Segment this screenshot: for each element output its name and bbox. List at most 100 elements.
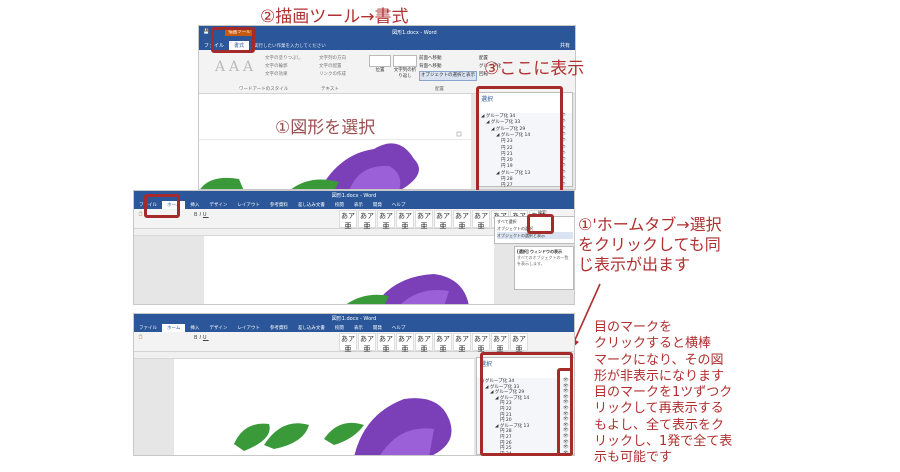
- style-item-7[interactable]: あア亜強調斜体2: [472, 333, 490, 365]
- tab-2[interactable]: 挿入: [185, 201, 204, 209]
- group-label-wordart: ワードアートのスタイル: [239, 87, 289, 92]
- style-item-6[interactable]: あア亜斜体: [453, 210, 471, 236]
- title-bar: 図形1.docx - Word: [134, 314, 574, 323]
- tab-8[interactable]: 表示: [349, 324, 368, 332]
- tab-2[interactable]: 挿入: [185, 324, 204, 332]
- clipboard-group: 📋: [138, 211, 143, 216]
- window-title: 図形1.docx - Word: [331, 316, 377, 322]
- tab-4[interactable]: レイアウト: [232, 201, 265, 209]
- text-fill-button[interactable]: 文字の塗りつぶし: [265, 55, 301, 63]
- style-preview-glyph: あア亜: [417, 335, 431, 353]
- annotation-step3: ③ここに表示: [484, 59, 585, 79]
- ribbon-tabs: ファイル ホーム 挿入 デザイン レイアウト 参考資料 差し込み文書 校閲 表示 開発 ヘルプ: [134, 200, 574, 209]
- tab-6[interactable]: 差し込み文書: [293, 201, 330, 209]
- position-icon: [369, 55, 391, 67]
- text-fill-group: 文字の塗りつぶし 文字の輪郭 文字の効果: [265, 55, 301, 79]
- text-align-button[interactable]: 文字の配置: [319, 63, 346, 71]
- underline-icon[interactable]: U: [203, 335, 209, 341]
- tab-10[interactable]: ヘルプ: [387, 201, 411, 209]
- style-preview-glyph: あア亜: [379, 212, 393, 230]
- style-item-1[interactable]: あア亜行間詰め: [358, 333, 376, 359]
- font-group: BIU: [194, 335, 209, 341]
- style-item-0[interactable]: あア亜標準: [339, 210, 357, 236]
- tab-1[interactable]: ホーム: [162, 324, 186, 332]
- wrap-text-button[interactable]: 文字列の折り返し: [393, 55, 417, 79]
- style-preview-glyph: あア亜: [398, 335, 412, 353]
- wordart-a-3[interactable]: A: [241, 59, 255, 75]
- style-item-6[interactable]: あア亜斜体: [453, 333, 471, 359]
- style-item-2[interactable]: あア亜見出し1: [377, 210, 395, 236]
- style-preview-glyph: あア亜: [398, 212, 412, 230]
- create-link-button[interactable]: リンクの作成: [319, 71, 346, 79]
- flower-illustration: [234, 398, 452, 455]
- underline-icon[interactable]: U: [203, 212, 209, 218]
- qat-save-icon[interactable]: 💾: [203, 29, 209, 35]
- tab-10[interactable]: ヘルプ: [387, 324, 411, 332]
- annotation-step2: ②描画ツール→書式: [260, 7, 409, 27]
- tooltip-body: すべてのオブジェクトの一覧を表示します。: [517, 255, 569, 266]
- ribbon-tabs: ファイル 書式 実行したい作業を入力してください 共有: [199, 38, 575, 50]
- tab-9[interactable]: 開発: [368, 324, 387, 332]
- style-preview-glyph: あア亜: [379, 335, 393, 353]
- tab-6[interactable]: 差し込み文書: [293, 324, 330, 332]
- text-effects-button[interactable]: 文字の効果: [265, 71, 301, 79]
- paste-icon[interactable]: 📋: [138, 211, 143, 216]
- tab-3[interactable]: デザイン: [204, 201, 232, 209]
- ribbon-home: 📋 BIU あア亜標準あア亜行間詰めあア亜見出し1あア亜見出し2あア亜表題あア亜…: [134, 332, 574, 365]
- style-item-1[interactable]: あア亜行間詰め: [358, 210, 376, 236]
- document-page: [204, 236, 494, 304]
- style-item-5[interactable]: あア亜副題: [434, 333, 452, 359]
- document-page: [199, 94, 471, 189]
- style-item-0[interactable]: あア亜標準: [339, 333, 357, 359]
- text-direction-button[interactable]: 文字列の方向: [319, 55, 346, 63]
- tab-5[interactable]: 参考資料: [265, 201, 293, 209]
- style-item-2[interactable]: あア亜見出し1: [377, 333, 395, 359]
- highlight-format-tab: [211, 27, 255, 53]
- wordart-style-gallery[interactable]: AAA: [213, 56, 255, 75]
- window-title: 図形1.docx - Word: [331, 193, 377, 199]
- group-label-text: テキスト: [321, 87, 339, 92]
- style-item-4[interactable]: あア亜表題: [415, 210, 433, 236]
- wrap-text-icon: [393, 55, 417, 67]
- share-button[interactable]: 共有: [555, 41, 575, 50]
- style-preview-glyph: あア亜: [436, 212, 450, 230]
- text-outline-button[interactable]: 文字の輪郭: [265, 63, 301, 71]
- style-item-7[interactable]: あア亜強調斜体2: [472, 210, 490, 242]
- style-preview-glyph: あア亜: [436, 335, 450, 353]
- paste-icon[interactable]: 📋: [138, 334, 143, 339]
- tab-3[interactable]: デザイン: [204, 324, 232, 332]
- text-group: 文字列の方向 文字の配置 リンクの作成: [319, 55, 346, 79]
- selection-pane-button[interactable]: オブジェクトの選択と表示: [419, 71, 477, 81]
- send-backward-button[interactable]: 背面へ移動: [419, 63, 477, 71]
- annotation-note: 目のマークを クリックすると横棒 マークになり、その図 形が非表示になります 目…: [594, 320, 733, 465]
- title-bar: 図形1.docx - Word: [134, 191, 574, 200]
- tab-8[interactable]: 表示: [349, 201, 368, 209]
- wordart-a-2[interactable]: A: [227, 59, 241, 75]
- tab-7[interactable]: 校閲: [330, 201, 349, 209]
- style-item-9[interactable]: あア亜引用文: [510, 333, 528, 359]
- flower-illustration: [346, 274, 469, 304]
- position-button[interactable]: 位置: [369, 55, 391, 73]
- style-item-3[interactable]: あア亜見出し2: [396, 333, 414, 359]
- tooltip: [選択] ウィンドウの表示 すべてのオブジェクトの一覧を表示します。: [514, 246, 574, 290]
- style-item-3[interactable]: あア亜見出し2: [396, 210, 414, 236]
- style-preview-glyph: あア亜: [512, 335, 526, 353]
- style-item-8[interactable]: あア亜強調太字: [491, 333, 509, 359]
- style-item-4[interactable]: あア亜表題: [415, 333, 433, 359]
- tab-9[interactable]: 開発: [368, 201, 387, 209]
- flower-illustration: [200, 131, 462, 189]
- tell-me-box[interactable]: 実行したい作業を入力してください: [249, 42, 331, 50]
- wordart-a-1[interactable]: A: [213, 59, 227, 75]
- bring-forward-button[interactable]: 前面へ移動: [419, 55, 477, 63]
- tab-7[interactable]: 校閲: [330, 324, 349, 332]
- style-preview-glyph: あア亜: [341, 335, 355, 353]
- screenshot-middle: 図形1.docx - Word ファイル ホーム 挿入 デザイン レイアウト 参考資料 差し…: [133, 190, 575, 305]
- tab-5[interactable]: 参考資料: [265, 324, 293, 332]
- style-preview-glyph: あア亜: [360, 212, 374, 230]
- style-item-5[interactable]: あア亜副題: [434, 210, 452, 236]
- tab-0[interactable]: ファイル: [134, 324, 162, 332]
- window-title: 図形1.docx - Word: [392, 29, 437, 36]
- document-area: すべて選択 オブジェクトの選択 オブジェクトの選択と表示 [選択] ウィンドウの…: [134, 216, 574, 304]
- tab-4[interactable]: レイアウト: [232, 324, 265, 332]
- styles-gallery[interactable]: あア亜標準あア亜行間詰めあア亜見出し1あア亜見出し2あア亜表題あア亜副題あア亜斜…: [339, 333, 529, 365]
